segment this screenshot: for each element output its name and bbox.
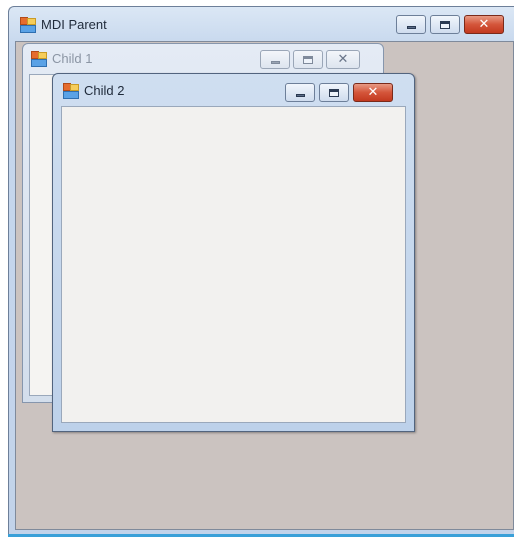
parent-titlebar[interactable]: MDI Parent ✕ <box>9 7 514 41</box>
close-icon: ✕ <box>367 85 379 100</box>
mdi-parent-window: MDI Parent ✕ Child 1 ✕ Child 2 ✕ <box>8 6 514 537</box>
child-1-maximize-button[interactable] <box>293 50 323 69</box>
minimize-icon <box>406 26 416 29</box>
child-1-minimize-button[interactable] <box>260 50 290 69</box>
child-1-close-button[interactable]: ✕ <box>326 50 360 69</box>
parent-minimize-button[interactable] <box>396 15 426 34</box>
close-icon: ✕ <box>478 17 490 32</box>
child-2-minimize-button[interactable] <box>285 83 315 102</box>
minimize-icon <box>295 94 305 97</box>
mdi-client-area[interactable]: Child 1 ✕ Child 2 ✕ <box>15 41 514 530</box>
maximize-icon <box>303 55 313 64</box>
child-2-title: Child 2 <box>84 83 125 98</box>
minimize-icon <box>270 61 280 64</box>
maximize-icon <box>440 20 450 29</box>
child-2-client-area[interactable] <box>61 106 406 423</box>
parent-title: MDI Parent <box>41 17 107 32</box>
form-icon <box>62 82 79 99</box>
child-window-2[interactable]: Child 2 ✕ <box>52 73 415 432</box>
child-1-title: Child 1 <box>52 51 93 66</box>
close-icon: ✕ <box>337 52 349 67</box>
form-icon <box>19 16 36 33</box>
parent-close-button[interactable]: ✕ <box>464 15 504 34</box>
child-2-maximize-button[interactable] <box>319 83 349 102</box>
maximize-icon <box>329 88 339 97</box>
form-icon <box>30 50 47 67</box>
parent-maximize-button[interactable] <box>430 15 460 34</box>
child-2-close-button[interactable]: ✕ <box>353 83 393 102</box>
